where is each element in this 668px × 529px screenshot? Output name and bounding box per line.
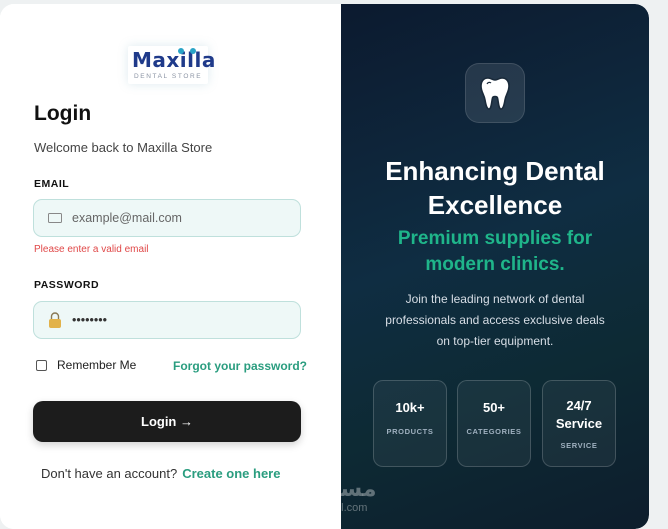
hero-title-line2: Excellence [427, 190, 563, 220]
hero-title: Enhancing Dental Excellence [341, 154, 649, 222]
email-label: EMAIL [34, 178, 70, 190]
stat-value: 50+ [482, 400, 506, 415]
hero-title-line1: Enhancing Dental [385, 156, 605, 186]
login-form-panel: Maxilla DENTAL STORE Login Welcome back … [0, 4, 341, 529]
tooth-icon-badge [465, 63, 525, 123]
watermark-arabic: مستقل [296, 477, 377, 502]
remember-me[interactable]: Remember Me [36, 358, 136, 372]
stat-value: 24/7 Service [543, 397, 615, 433]
welcome-subtitle: Welcome back to Maxilla Store [34, 140, 213, 155]
stat-value-line2: Service [555, 416, 603, 431]
login-card: Maxilla DENTAL STORE Login Welcome back … [0, 4, 649, 529]
stat-value-line1: 24/7 [566, 398, 592, 413]
email-error-message: Please enter a valid email [34, 244, 149, 255]
hero-description: Join the leading network of dental profe… [385, 292, 605, 348]
mostaql-watermark: مستقل mostaql.com [296, 477, 377, 515]
hero-subtitle-line2: modern clinics. [425, 254, 565, 275]
forgot-password-link[interactable]: Forgot your password? [173, 359, 307, 373]
stat-value: 10k+ [395, 400, 425, 415]
signup-prompt: Don't have an account? Create one here [41, 466, 280, 481]
remember-label: Remember Me [57, 358, 137, 372]
password-field-wrapper [33, 301, 301, 339]
lock-icon [49, 312, 61, 328]
login-button[interactable]: Login → [33, 401, 301, 442]
hero-subtitle: Premium supplies for modern clinics. [341, 226, 649, 278]
hero-panel: Enhancing Dental Excellence Premium supp… [341, 4, 649, 529]
page-title: Login [34, 102, 92, 125]
logo-dot-icon [190, 48, 196, 54]
mail-icon [48, 213, 62, 223]
watermark-latin: mostaql.com [305, 502, 368, 514]
logo-wordmark: Maxilla [132, 48, 216, 72]
logo-dot-icon [178, 48, 184, 54]
signup-prompt-text: Don't have an account? [41, 466, 178, 481]
create-account-link[interactable]: Create one here [182, 466, 280, 481]
password-label: PASSWORD [34, 279, 100, 291]
stat-card-products: 10k+ PRODUCTS [373, 380, 447, 467]
logo-tagline: DENTAL STORE [134, 73, 203, 80]
tooth-icon [480, 77, 510, 110]
hero-subtitle-line1: Premium supplies for [397, 228, 593, 249]
stat-label: CATEGORIES [466, 427, 522, 436]
stat-label: SERVICE [560, 441, 598, 450]
remember-checkbox[interactable] [36, 359, 47, 371]
stat-card-service: 24/7 Service SERVICE [542, 380, 616, 467]
stat-label: PRODUCTS [386, 427, 434, 436]
email-input[interactable] [72, 200, 292, 236]
maxilla-logo: Maxilla DENTAL STORE [128, 46, 215, 84]
email-field-wrapper [33, 199, 301, 237]
password-input[interactable] [72, 302, 292, 338]
stat-card-categories: 50+ CATEGORIES [457, 380, 531, 467]
